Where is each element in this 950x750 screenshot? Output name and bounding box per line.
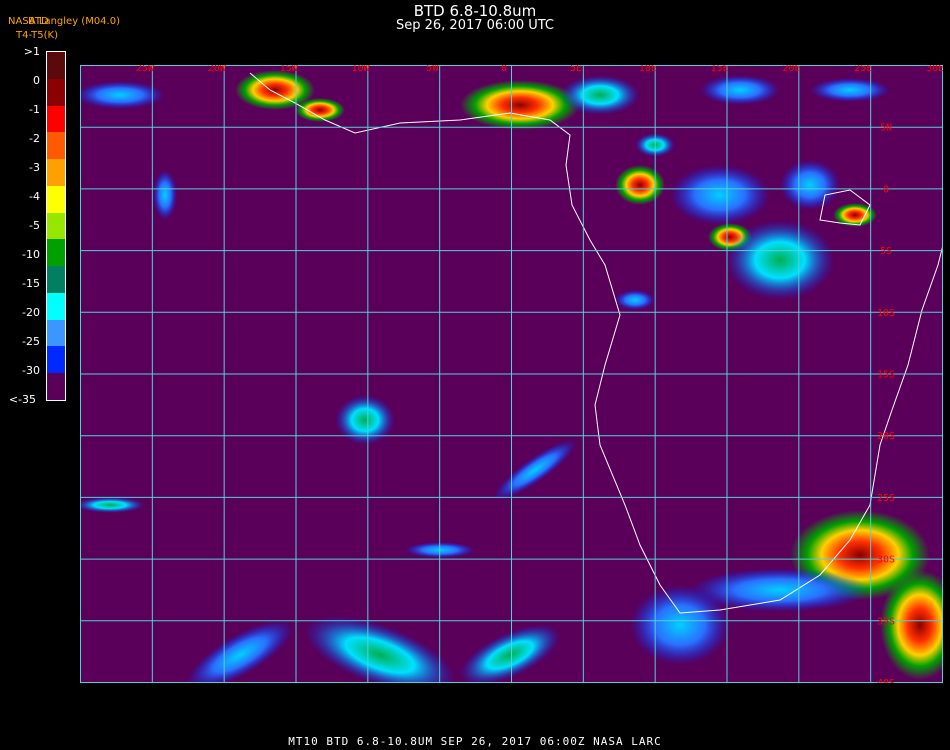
legend-swatch <box>47 159 65 187</box>
legend-label: -4 <box>29 190 40 203</box>
longitude-label: 15E <box>711 65 729 74</box>
longitude-label: 10W <box>351 65 370 74</box>
legend-label: >1 <box>23 45 40 58</box>
legend-label: 0 <box>33 74 40 87</box>
legend-swatch <box>47 292 65 321</box>
longitude-label: 30E <box>926 65 943 74</box>
legend-label: -15 <box>22 277 40 290</box>
legend-swatch <box>47 319 65 347</box>
legend-label: -5 <box>29 219 40 232</box>
latitude-label: 10S <box>877 308 895 319</box>
legend-swatch <box>47 78 65 107</box>
latitude-label: 35S <box>877 616 895 627</box>
legend-label: -20 <box>22 306 40 319</box>
longitude-label: 15W <box>280 65 299 74</box>
longitude-label: 10E <box>639 65 657 74</box>
latitude-label: 0 <box>883 184 889 195</box>
legend-label: -30 <box>22 364 40 377</box>
legend-swatch <box>47 132 65 160</box>
latitude-label: 40S <box>877 678 895 683</box>
legend-swatch <box>47 346 65 374</box>
color-legend <box>46 51 66 401</box>
latitude-label: 5N <box>880 123 892 134</box>
legend-swatch <box>47 373 65 401</box>
legend-swatch <box>47 52 65 80</box>
legend-label: -2 <box>29 132 40 145</box>
longitude-label: 25W <box>136 65 155 74</box>
footer-caption: MT10 BTD 6.8-10.8UM SEP 26, 2017 06:00Z … <box>288 735 662 748</box>
latitude-label: 25S <box>877 493 895 504</box>
legend-label: <-35 <box>8 393 36 406</box>
map-timestamp: Sep 26, 2017 06:00 UTC <box>395 18 555 33</box>
latitude-label: 30S <box>877 555 895 566</box>
latitude-label: 15S <box>877 370 895 381</box>
legend-swatch <box>47 239 65 267</box>
longitude-label: 5W <box>426 65 439 74</box>
legend-label: -25 <box>22 335 40 348</box>
longitude-label: 20W <box>208 65 227 74</box>
satellite-map: 25W20W15W10W5W05E10E15E20E25E30E35E 5N05… <box>80 65 943 683</box>
longitude-label: 0 <box>501 65 507 74</box>
longitude-label: 20E <box>782 65 800 74</box>
legend-swatch <box>47 212 65 240</box>
legend-swatch <box>47 185 65 214</box>
legend-swatch <box>47 105 65 133</box>
legend-label: -3 <box>29 161 40 174</box>
longitude-label: 5E <box>570 65 582 74</box>
latitude-label: 5S <box>880 246 892 257</box>
credit-label: NASA Langley (M04.0) <box>8 16 120 27</box>
latitude-label: 20S <box>877 431 895 442</box>
legend-swatch <box>47 266 65 294</box>
legend-label: -1 <box>29 103 40 116</box>
legend-label: -10 <box>22 248 40 261</box>
legend-unit-label: T4-T5(K) <box>16 30 58 41</box>
legend-overlay-label: BTD <box>28 16 49 27</box>
longitude-label: 25E <box>854 65 872 74</box>
